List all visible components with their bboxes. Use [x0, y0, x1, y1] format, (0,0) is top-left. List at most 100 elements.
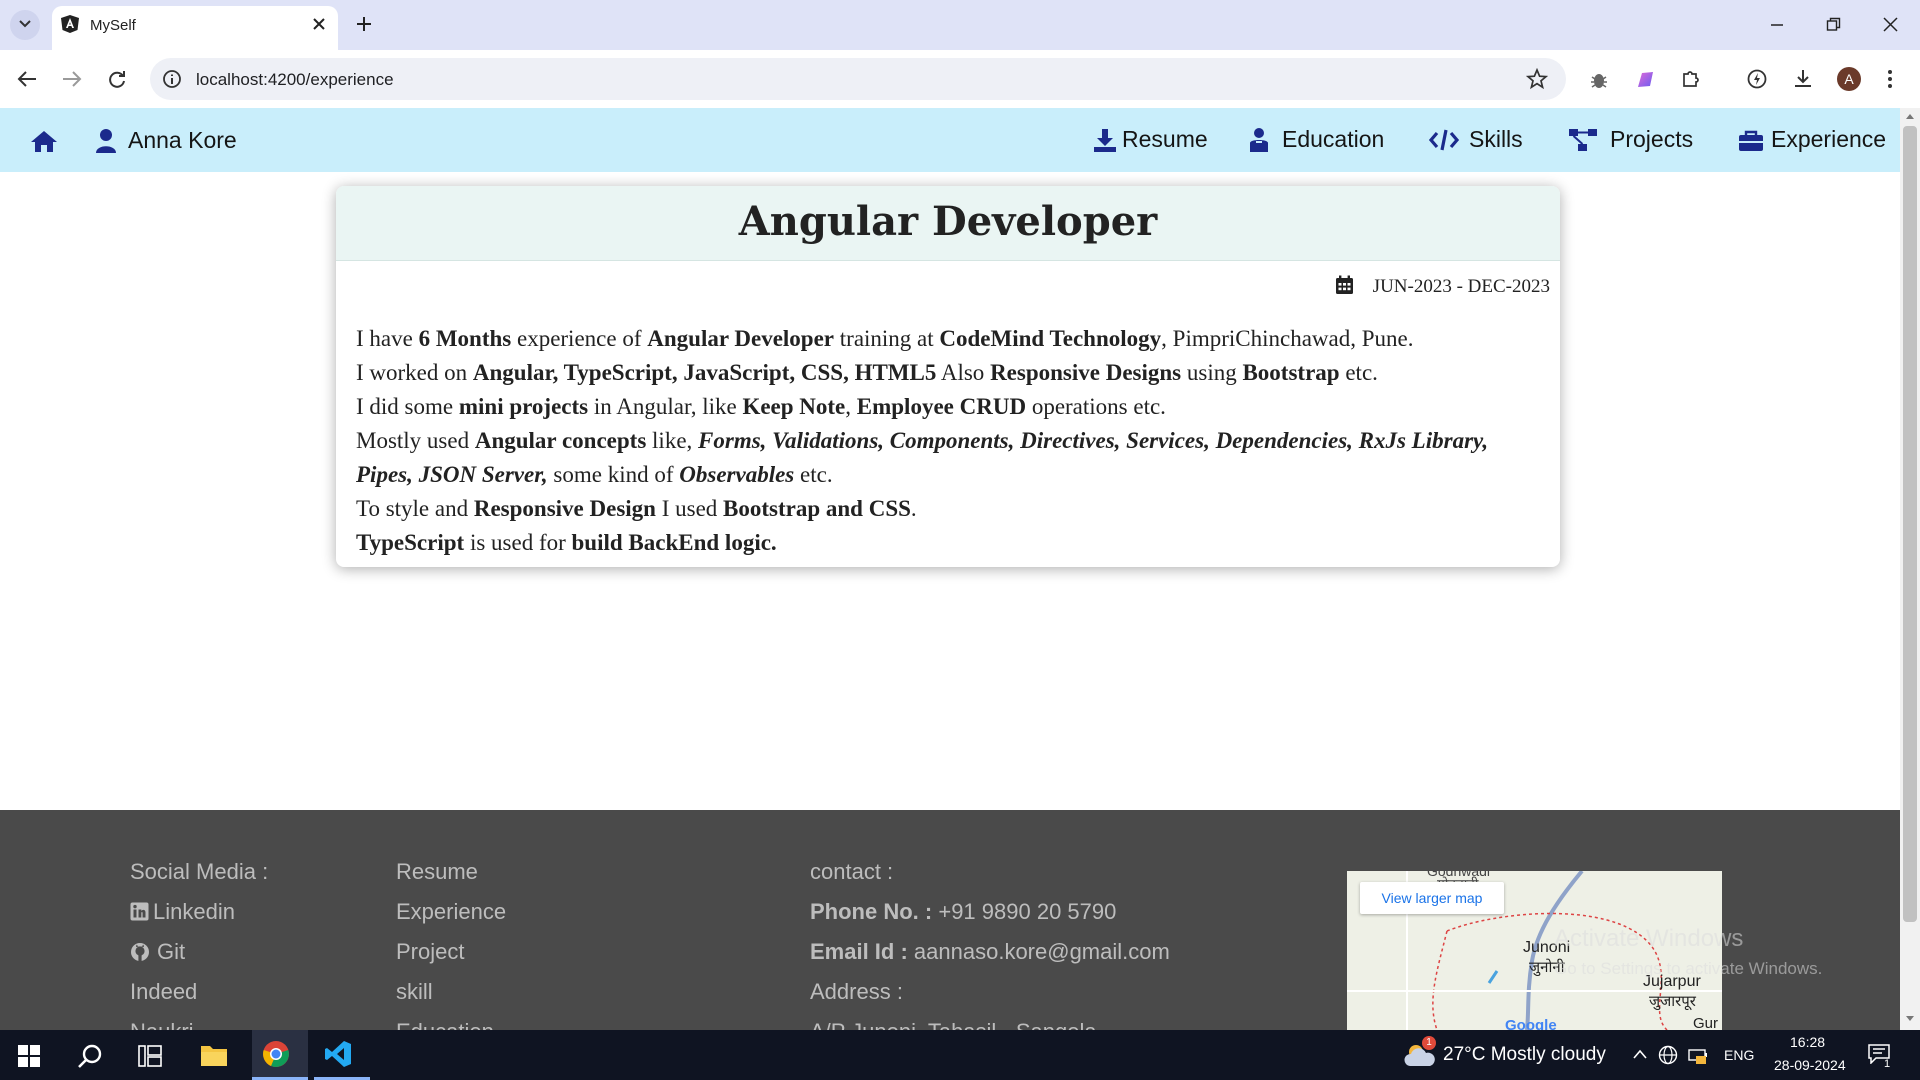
description-text: is used for	[464, 530, 572, 555]
map-google-logo: Google	[1505, 1017, 1557, 1030]
description-line: I did some mini projects in Angular, lik…	[356, 390, 1546, 424]
language-indicator[interactable]: ENG	[1724, 1047, 1754, 1063]
network-globe-icon[interactable]	[1658, 1045, 1678, 1065]
angular-logo-icon	[61, 15, 79, 33]
file-explorer-icon[interactable]	[200, 1043, 228, 1067]
clock-date[interactable]: 28-09-2024	[1774, 1057, 1846, 1073]
description-line: Mostly used Angular concepts like, Forms…	[356, 424, 1546, 492]
phone-row: Phone No. : +91 9890 20 5790	[810, 899, 1116, 925]
battery-icon[interactable]	[1688, 1047, 1710, 1065]
description-text: I did some	[356, 394, 459, 419]
contact-title: contact :	[810, 859, 894, 884]
footer-link-linkedin[interactable]: Linkedin	[153, 899, 235, 925]
activate-windows-subtitle: Go to Settings to activate Windows.	[1554, 959, 1823, 978]
footer-link-experience[interactable]: Experience	[396, 899, 506, 925]
vscode-icon	[325, 1041, 351, 1067]
new-tab-icon[interactable]	[356, 16, 372, 32]
color-extension-icon[interactable]	[1634, 69, 1656, 91]
forward-icon[interactable]	[62, 70, 82, 88]
email-address[interactable]: aannaso.kore@gmail.com	[914, 939, 1170, 964]
bookmark-star-icon[interactable]	[1526, 68, 1548, 90]
minimize-icon[interactable]	[1770, 18, 1784, 32]
teacher-icon	[1250, 128, 1268, 152]
clock-time[interactable]: 16:28	[1790, 1034, 1825, 1050]
description-line: TypeScript is used for build BackEnd log…	[356, 526, 1546, 560]
chrome-icon	[263, 1041, 289, 1067]
description-text: Also	[936, 360, 991, 385]
profile-avatar[interactable]: A	[1837, 67, 1861, 91]
chevron-down-icon	[19, 20, 31, 28]
search-icon[interactable]	[77, 1043, 103, 1069]
weather-badge: 1	[1422, 1036, 1436, 1050]
footer-link-project[interactable]: Project	[396, 939, 464, 965]
github-icon	[131, 943, 149, 961]
description-text: experience of	[511, 326, 648, 351]
url-text[interactable]: localhost:4200/experience	[196, 70, 394, 90]
map-label-jujarpur-local: जुजारपूर	[1649, 993, 1696, 1010]
description-text: training at	[834, 326, 940, 351]
description-emphasis: Observables	[679, 462, 795, 487]
close-tab-icon[interactable]	[312, 17, 326, 31]
address-label: Address :	[810, 979, 903, 1004]
site-info-icon[interactable]	[162, 69, 182, 89]
description-text: .	[910, 496, 917, 521]
scroll-down-icon[interactable]	[1905, 1015, 1915, 1023]
email-label: Email Id :	[810, 939, 908, 964]
scrollbar-thumb[interactable]	[1903, 126, 1917, 922]
description-text: like,	[646, 428, 699, 453]
diagram-icon	[1569, 129, 1597, 151]
description-highlight: CodeMind Technology	[939, 326, 1162, 351]
close-window-icon[interactable]	[1883, 17, 1898, 32]
footer-link-indeed[interactable]: Indeed	[130, 979, 197, 1005]
downloads-icon[interactable]	[1792, 68, 1814, 90]
description-highlight: Responsive Design	[473, 496, 656, 521]
windows-start-icon[interactable]	[18, 1045, 40, 1067]
description-highlight: Bootstrap and CSS	[723, 496, 911, 521]
description-highlight: Angular Developer	[647, 326, 835, 351]
scroll-up-icon[interactable]	[1905, 112, 1915, 120]
description-text: etc.	[794, 462, 833, 487]
tray-chevron-up-icon[interactable]	[1632, 1048, 1648, 1060]
footer-link-skill[interactable]: skill	[396, 979, 433, 1005]
view-larger-map-button[interactable]: View larger map	[1360, 882, 1504, 914]
description-text: I worked on	[356, 360, 473, 385]
home-icon[interactable]	[30, 129, 58, 153]
description-text: ,	[845, 394, 857, 419]
reload-icon[interactable]	[107, 69, 127, 89]
experience-description: I have 6 Months experience of Angular De…	[356, 322, 1546, 560]
weather-text[interactable]: 27°C Mostly cloudy	[1443, 1044, 1606, 1066]
task-view-icon[interactable]	[138, 1045, 162, 1067]
description-highlight: Responsive Designs	[990, 360, 1182, 385]
performance-icon[interactable]	[1746, 68, 1768, 90]
brand-name[interactable]: Anna Kore	[128, 127, 237, 154]
user-icon	[96, 129, 116, 153]
download-icon	[1094, 129, 1116, 152]
bug-extension-icon[interactable]	[1588, 69, 1610, 91]
description-line: I have 6 Months experience of Angular De…	[356, 322, 1546, 356]
description-text: , PimpriChinchawad, Pune.	[1161, 326, 1414, 351]
description-text: using	[1181, 360, 1243, 385]
menu-kebab-icon[interactable]	[1886, 68, 1894, 90]
description-text: operations etc.	[1026, 394, 1166, 419]
briefcase-icon	[1739, 130, 1763, 151]
map-label-gur: Gur	[1693, 1015, 1719, 1030]
description-text: I have	[356, 326, 419, 351]
nav-resume-label: Resume	[1122, 126, 1208, 152]
description-highlight: Angular concepts	[474, 428, 647, 453]
extensions-puzzle-icon[interactable]	[1680, 68, 1702, 90]
calendar-icon	[1336, 275, 1353, 294]
nav-projects-label: Projects	[1610, 126, 1694, 152]
back-icon[interactable]	[17, 70, 37, 88]
description-highlight: build BackEnd logic.	[571, 530, 777, 555]
restore-icon[interactable]	[1826, 17, 1841, 32]
description-highlight: Employee CRUD	[856, 394, 1027, 419]
footer-link-resume[interactable]: Resume	[396, 859, 478, 885]
footer-link-git[interactable]: Git	[157, 939, 185, 965]
description-text: To style and	[356, 496, 474, 521]
description-text: some kind of	[547, 462, 680, 487]
description-line: I worked on Angular, TypeScript, JavaScr…	[356, 356, 1546, 390]
description-line: To style and Responsive Design I used Bo…	[356, 492, 1546, 526]
description-text: etc.	[1339, 360, 1378, 385]
tab-title: MySelf	[90, 17, 136, 34]
description-text: I used	[655, 496, 724, 521]
